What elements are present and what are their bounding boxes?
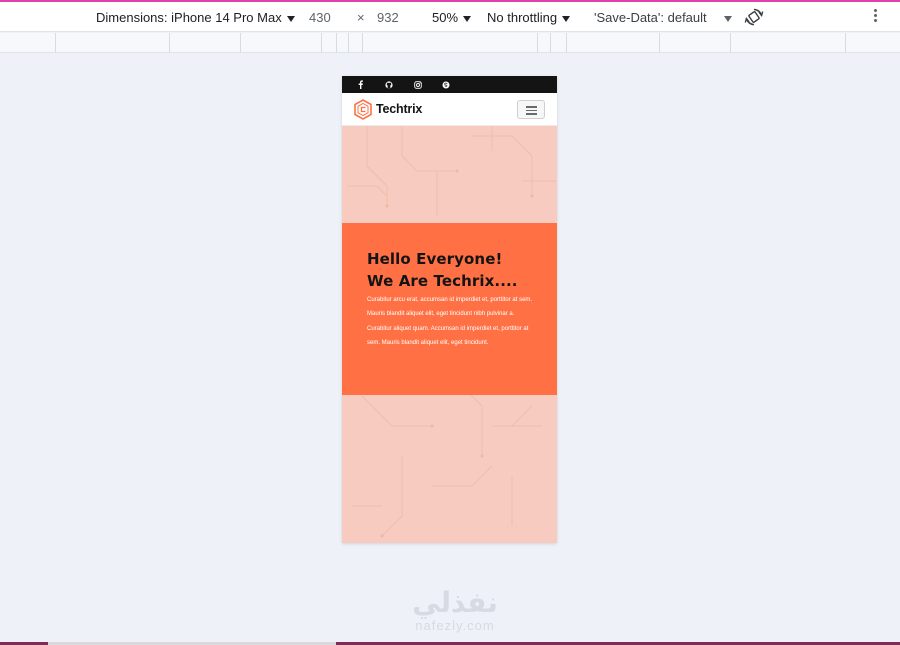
hero-card: Hello Everyone! We Are Techrix.... Curab… <box>342 223 557 395</box>
watermark-arabic: نفذلي <box>412 586 498 619</box>
github-icon[interactable] <box>383 79 394 90</box>
dropdown-arrow-icon <box>463 15 472 22</box>
hamburger-menu-button[interactable] <box>517 100 545 119</box>
device-dimensions-select[interactable]: Dimensions: iPhone 14 Pro Max <box>96 10 295 25</box>
watermark-latin: nafezly.com <box>415 618 495 633</box>
save-data-select[interactable]: 'Save-Data': default <box>594 10 732 25</box>
site-navbar: Techtrix <box>342 93 557 126</box>
hero-title-line-2: We Are Techrix.... <box>367 272 518 290</box>
social-bar <box>342 76 557 93</box>
hero-title-line-1: Hello Everyone! <box>367 250 503 268</box>
menu-line-icon <box>526 106 537 108</box>
hero-title: Hello Everyone! We Are Techrix.... <box>367 248 552 292</box>
hero-description: Curabitur arcu erat, accumsan id imperdi… <box>367 297 533 347</box>
facebook-icon[interactable] <box>355 79 366 90</box>
watermark: نفذلي nafezly.com <box>395 586 515 634</box>
skype-icon[interactable] <box>440 79 451 90</box>
width-input[interactable]: 430 <box>309 10 331 25</box>
throttling-label: No throttling <box>487 10 558 25</box>
dimensions-label: Dimensions: iPhone 14 Pro Max <box>96 10 282 25</box>
height-input[interactable]: 932 <box>377 10 399 25</box>
techtrix-logo-icon[interactable] <box>353 99 373 120</box>
rotate-icon[interactable] <box>744 7 764 27</box>
dropdown-arrow-icon <box>286 15 295 22</box>
instagram-icon[interactable] <box>412 79 423 90</box>
menu-line-icon <box>526 109 537 111</box>
zoom-select[interactable]: 50% <box>432 10 472 25</box>
brand-name[interactable]: Techtrix <box>376 102 422 116</box>
menu-line-icon <box>526 113 537 115</box>
save-data-label: 'Save-Data': default <box>594 10 707 25</box>
media-query-ruler <box>0 33 900 53</box>
dropdown-arrow-icon <box>723 15 732 22</box>
more-options-icon[interactable] <box>872 9 878 25</box>
device-viewport: Techtrix Hello Everyone! We Are Techrix.… <box>342 76 557 543</box>
device-toolbar: Dimensions: iPhone 14 Pro Max 430 × 932 … <box>0 2 900 32</box>
times-sign: × <box>357 10 365 25</box>
dropdown-arrow-icon <box>562 15 571 22</box>
zoom-label: 50% <box>432 10 459 25</box>
throttling-select[interactable]: No throttling <box>487 10 571 25</box>
